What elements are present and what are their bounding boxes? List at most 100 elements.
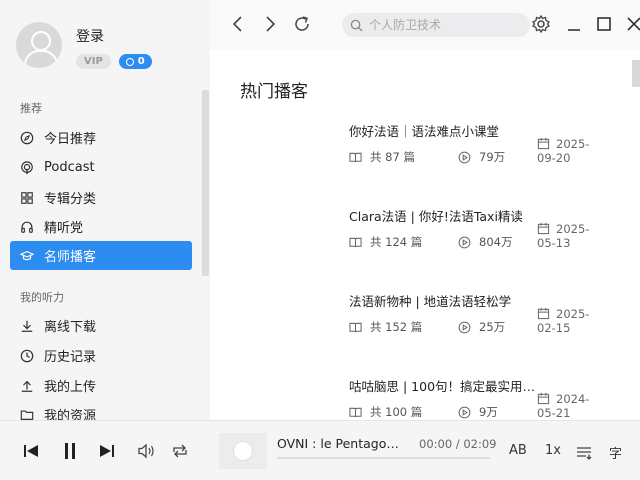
podcast-cover[interactable] — [240, 121, 334, 191]
sidebar-scrollbar[interactable] — [202, 90, 209, 276]
book-icon — [349, 152, 362, 162]
podcast-card[interactable]: 你好法语｜语法难点小课堂 共 87 篇 79万 2025-09-20 — [240, 121, 620, 191]
episode-count-text: 共 124 篇 — [370, 235, 423, 249]
sidebar-item-label: 我的资源 — [44, 409, 97, 420]
headphones-icon — [21, 221, 33, 233]
episode-count-text: 共 100 篇 — [370, 405, 423, 419]
sidebar-item-label: 离线下载 — [44, 320, 97, 335]
repeat-icon[interactable] — [170, 441, 190, 461]
user-badges: VIP 0 — [76, 54, 152, 69]
avatar[interactable] — [16, 22, 62, 68]
vip-badge[interactable]: VIP — [76, 54, 111, 69]
podcast-title[interactable]: 法语新物种 | 地道法语轻松学 — [349, 291, 539, 310]
grid-icon — [21, 191, 33, 204]
previous-track-icon[interactable] — [22, 441, 40, 461]
calendar-icon — [537, 137, 550, 150]
settings-gear-icon[interactable] — [531, 14, 551, 34]
pause-icon[interactable] — [61, 441, 79, 461]
coin-icon — [125, 57, 134, 66]
publish-date: 2024-05-21 — [537, 392, 597, 420]
sidebar-item-label: 名师播客 — [44, 250, 97, 265]
coin-badge[interactable]: 0 — [118, 54, 152, 69]
close-icon[interactable] — [624, 14, 640, 34]
podcast-card[interactable]: Clara法语 | 你好!法语Taxi精读 共 124 篇 804万 2025-… — [240, 206, 620, 276]
now-playing-cover[interactable] — [219, 433, 267, 469]
download-icon — [21, 320, 33, 332]
sidebar-item-label: 专辑分类 — [44, 192, 97, 207]
track-title[interactable]: OVNI : le Pentagone publie — [277, 436, 402, 451]
main-content: 热门播客 你好法语｜语法难点小课堂 共 87 篇 79万 2025-09-20 … — [210, 50, 640, 420]
ab-repeat-button[interactable]: AB — [509, 443, 527, 458]
playlist-icon[interactable] — [576, 445, 592, 461]
sidebar-item-intensive[interactable]: 精听党 — [10, 212, 192, 241]
forward-icon[interactable] — [260, 14, 280, 34]
sidebar-item-label: 我的上传 — [44, 380, 97, 395]
sidebar-item-history[interactable]: 历史记录 — [10, 341, 192, 370]
search-icon — [350, 19, 363, 32]
coin-count: 0 — [137, 56, 145, 67]
sidebar-item-label: 历史记录 — [44, 350, 97, 365]
publish-date: 2025-02-15 — [537, 307, 597, 335]
speed-button[interactable]: 1x — [545, 443, 561, 458]
play-count: 9万 — [458, 404, 498, 420]
sidebar-item-albums[interactable]: 专辑分类 — [10, 183, 192, 212]
volume-icon[interactable] — [136, 441, 156, 461]
sidebar: 登录 VIP 0 推荐 今日推荐 Podcast 专辑分类 精听党 名师播客 我… — [0, 0, 210, 420]
search-box[interactable] — [342, 13, 530, 37]
podcast-cover[interactable] — [240, 376, 334, 420]
episode-count: 共 152 篇 — [349, 319, 422, 335]
maximize-icon[interactable] — [594, 14, 614, 34]
podcast-icon — [21, 160, 33, 174]
publish-date: 2025-09-20 — [537, 137, 597, 165]
section-title-recommend: 推荐 — [20, 102, 42, 115]
sidebar-item-podcast[interactable]: Podcast — [10, 153, 192, 182]
podcast-title[interactable]: 咕咕脑思 | 100句！搞定最实用法语 — [349, 376, 539, 395]
podcast-card[interactable]: 法语新物种 | 地道法语轻松学 共 152 篇 25万 2025-02-15 — [240, 291, 620, 361]
page-title: 热门播客 — [240, 82, 308, 102]
play-circle-icon — [458, 151, 471, 163]
next-track-icon[interactable] — [98, 441, 116, 461]
app-window: 登录 VIP 0 推荐 今日推荐 Podcast 专辑分类 精听党 名师播客 我… — [0, 0, 640, 480]
sidebar-item-today[interactable]: 今日推荐 — [10, 123, 192, 152]
play-count-text: 25万 — [479, 320, 506, 334]
content-scrollbar[interactable] — [632, 60, 640, 87]
episode-count: 共 100 篇 — [349, 404, 422, 420]
podcast-cover[interactable] — [240, 206, 334, 276]
sidebar-item-offline[interactable]: 离线下载 — [10, 311, 192, 340]
upload-icon — [21, 380, 33, 392]
play-circle-icon — [458, 321, 471, 333]
sidebar-item-label: 今日推荐 — [44, 132, 97, 147]
graduation-cap-icon — [20, 250, 34, 260]
login-link[interactable]: 登录 — [76, 26, 152, 46]
sidebar-item-resources[interactable]: 我的资源 — [10, 400, 192, 420]
play-circle-icon — [458, 406, 471, 418]
play-count: 79万 — [458, 149, 505, 165]
play-count: 804万 — [458, 234, 512, 250]
back-icon[interactable] — [228, 14, 248, 34]
section-title-mine: 我的听力 — [20, 291, 64, 304]
refresh-icon[interactable] — [292, 14, 312, 34]
play-circle-icon — [458, 236, 471, 248]
minimize-icon[interactable] — [564, 14, 584, 34]
subtitle-button[interactable]: 字 — [609, 443, 622, 462]
clock-icon — [20, 349, 34, 362]
podcast-card[interactable]: 咕咕脑思 | 100句！搞定最实用法语 共 100 篇 9万 2024-05-2… — [240, 376, 620, 420]
podcast-cover[interactable] — [240, 291, 334, 361]
search-input[interactable] — [369, 18, 519, 32]
sidebar-item-teachers[interactable]: 名师播客 — [10, 241, 192, 270]
calendar-icon — [537, 392, 550, 405]
publish-date: 2025-05-13 — [537, 222, 597, 250]
calendar-icon — [537, 222, 550, 235]
sidebar-item-label: Podcast — [44, 160, 95, 175]
podcast-title[interactable]: 你好法语｜语法难点小课堂 — [349, 121, 539, 140]
episode-count: 共 124 篇 — [349, 234, 422, 250]
podcast-title[interactable]: Clara法语 | 你好!法语Taxi精读 — [349, 206, 539, 225]
sidebar-item-label: 精听党 — [44, 221, 84, 236]
progress-bar[interactable] — [277, 457, 490, 459]
play-count-text: 9万 — [479, 405, 498, 419]
sidebar-item-uploads[interactable]: 我的上传 — [10, 371, 192, 400]
top-bar — [210, 0, 640, 50]
user-panel[interactable]: 登录 VIP 0 — [16, 22, 152, 69]
player-bar: OVNI : le Pentagone publie 00:00 / 02:09… — [0, 420, 640, 480]
compass-icon — [20, 131, 34, 144]
